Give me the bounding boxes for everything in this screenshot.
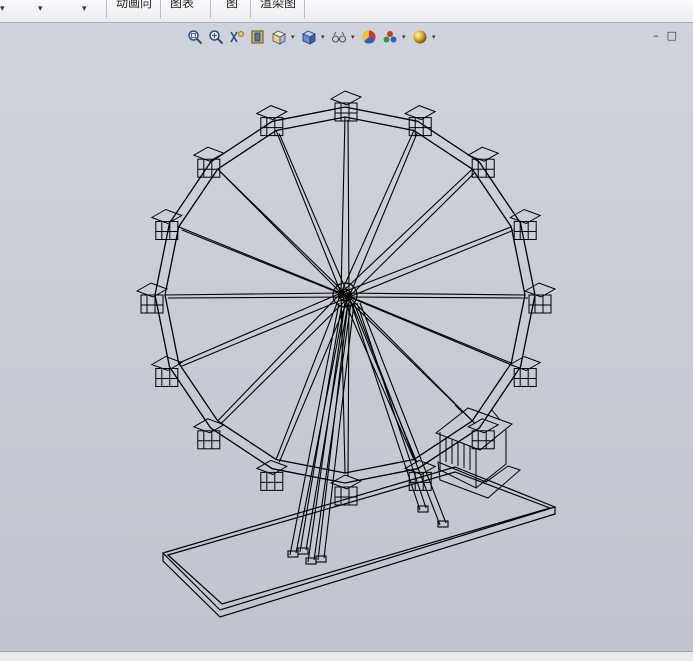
gondola-cabin (155, 368, 179, 387)
base-platform (161, 466, 557, 618)
spoke (178, 226, 342, 294)
gondola-cabin (513, 221, 537, 240)
gondola (404, 105, 437, 137)
spoke (348, 296, 515, 367)
spoke (181, 229, 350, 298)
gondola-cabin (197, 158, 221, 178)
gondola (192, 418, 225, 450)
gondola-cabin (471, 430, 495, 450)
spoke (348, 133, 418, 298)
spoke (340, 168, 473, 294)
gondola (135, 282, 169, 314)
spoke (167, 296, 350, 299)
platform-inner-outline (166, 471, 552, 605)
gondola (150, 355, 183, 387)
ticket-booth (434, 404, 521, 499)
spoke (348, 296, 476, 425)
gondola (523, 282, 557, 314)
spoke (178, 292, 342, 364)
spoke (275, 130, 342, 294)
gondola-cabin (197, 430, 221, 450)
support-leg (359, 302, 447, 524)
gondola-cabin (334, 486, 358, 506)
gondola (192, 146, 225, 178)
spoke (348, 229, 515, 298)
spoke (340, 116, 346, 294)
spoke (164, 292, 342, 296)
spoke (220, 296, 350, 425)
spoke (348, 296, 529, 299)
gondola (255, 459, 288, 491)
platform-top-outline (161, 466, 557, 611)
spoke (347, 119, 350, 298)
gondola (329, 90, 363, 122)
ferris-wheel-wireframe-model[interactable] (0, 0, 693, 660)
spoke (348, 171, 476, 298)
support-leg (353, 302, 441, 526)
spoke (217, 292, 342, 422)
gondola (255, 105, 288, 137)
spoke (275, 292, 342, 460)
gondola (509, 355, 542, 387)
booth-roof-ornament (454, 404, 463, 413)
gondola-cabin (260, 471, 284, 491)
gondola-cabin (140, 294, 164, 314)
gondola (467, 146, 500, 178)
gondola (329, 474, 363, 506)
spoke (220, 171, 350, 298)
spoke (340, 292, 526, 296)
